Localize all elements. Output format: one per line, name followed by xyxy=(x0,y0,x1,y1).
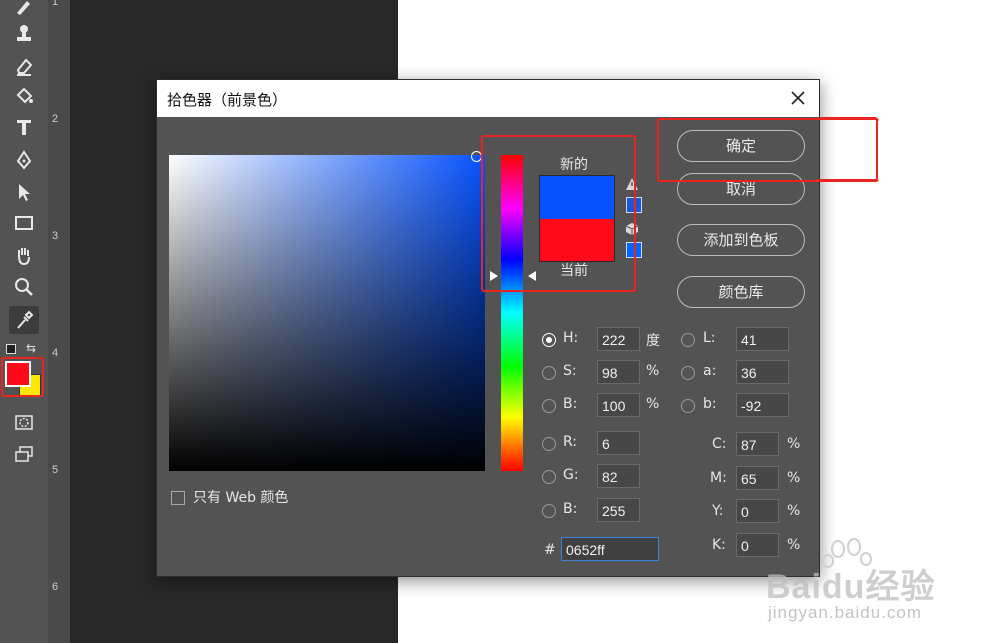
y-input[interactable]: 0 xyxy=(736,499,779,523)
ruler-tick: 6 xyxy=(52,581,59,593)
radio-g[interactable] xyxy=(542,470,556,484)
web-colors-only-label: 只有 Web 颜色 xyxy=(193,490,289,506)
m-input[interactable]: 65 xyxy=(736,466,779,490)
dialog-titlebar[interactable]: 拾色器（前景色） xyxy=(157,80,819,117)
pen-icon[interactable] xyxy=(9,146,39,174)
hex-label: # xyxy=(544,542,556,558)
hand-icon[interactable] xyxy=(9,241,39,269)
rectangle-icon[interactable] xyxy=(9,209,39,237)
baidu-watermark: Baidu经验 jingyan.baidu.com xyxy=(758,537,1000,643)
baidu-url-text: jingyan.baidu.com xyxy=(768,603,923,622)
ruler-tick: 4 xyxy=(52,347,59,359)
baidu-brand-text: Baidu经验 xyxy=(766,568,936,606)
ruler-tick: 3 xyxy=(52,230,59,242)
b-blue-input[interactable]: 255 xyxy=(597,498,640,522)
a-label: a: xyxy=(703,363,717,379)
paint-bucket-icon[interactable] xyxy=(9,82,39,110)
h-input[interactable]: 222 xyxy=(597,327,640,351)
r-input[interactable]: 6 xyxy=(597,431,640,455)
g-input[interactable]: 82 xyxy=(597,464,640,488)
ruler-tick: 1 xyxy=(52,0,59,8)
b-lab-label: b: xyxy=(703,396,717,412)
dialog-title: 拾色器（前景色） xyxy=(167,91,288,109)
hex-input[interactable]: 0652ff xyxy=(561,537,659,561)
radio-b-brightness[interactable] xyxy=(542,399,556,413)
c-unit: % xyxy=(787,436,801,452)
y-unit: % xyxy=(787,503,801,519)
quick-mask-icon[interactable] xyxy=(9,408,39,436)
r-label: R: xyxy=(563,434,578,450)
eraser-icon[interactable] xyxy=(9,52,39,80)
b-brightness-input[interactable]: 100 xyxy=(597,393,640,417)
h-label: H: xyxy=(563,330,579,346)
eyedropper-icon[interactable] xyxy=(9,306,39,334)
close-button[interactable] xyxy=(783,84,813,112)
tools-panel: ⇆ xyxy=(0,0,49,643)
web-colors-only-checkbox[interactable] xyxy=(171,491,185,505)
ruler-tick: 2 xyxy=(52,113,59,125)
radio-s[interactable] xyxy=(542,366,556,380)
m-label: M: xyxy=(710,470,727,486)
type-icon[interactable] xyxy=(9,113,39,141)
k-label: K: xyxy=(712,537,726,553)
default-colors-icon[interactable] xyxy=(6,344,16,354)
l-input[interactable]: 41 xyxy=(736,327,789,351)
annotation-box-swatches xyxy=(481,135,636,292)
c-input[interactable]: 87 xyxy=(736,432,779,456)
b-brightness-unit: % xyxy=(646,396,660,412)
radio-h[interactable] xyxy=(542,333,556,347)
radio-b-blue[interactable] xyxy=(542,504,556,518)
close-icon xyxy=(791,91,805,105)
annotation-box-ok-extension xyxy=(818,117,878,181)
swap-colors-icon[interactable]: ⇆ xyxy=(26,341,36,355)
l-label: L: xyxy=(703,330,716,346)
screen-mode-icon[interactable] xyxy=(9,440,39,468)
color-picker-dialog: 拾色器（前景色） 新的 当前 确定 取消 添加到色板 颜色库 H: 222 度 … xyxy=(156,79,879,577)
vertical-ruler xyxy=(48,0,71,643)
color-field[interactable] xyxy=(169,155,485,471)
h-unit: 度 xyxy=(646,333,660,349)
s-label: S: xyxy=(563,363,577,379)
m-unit: % xyxy=(787,470,801,486)
a-input[interactable]: 36 xyxy=(736,360,789,384)
g-label: G: xyxy=(563,467,579,483)
b-brightness-label: B: xyxy=(563,396,578,412)
b-blue-label: B: xyxy=(563,501,578,517)
zoom-icon[interactable] xyxy=(9,273,39,301)
radio-r[interactable] xyxy=(542,437,556,451)
stamp-icon[interactable] xyxy=(9,20,39,48)
brush-icon[interactable] xyxy=(9,0,39,20)
ruler-tick: 5 xyxy=(52,464,59,476)
c-label: C: xyxy=(712,436,727,452)
annotation-box-foreground xyxy=(1,357,44,397)
radio-b-lab[interactable] xyxy=(681,399,695,413)
selection-arrow-icon[interactable] xyxy=(9,178,39,206)
color-libraries-button[interactable]: 颜色库 xyxy=(677,276,805,308)
s-input[interactable]: 98 xyxy=(597,360,640,384)
add-to-swatches-button[interactable]: 添加到色板 xyxy=(677,224,805,256)
radio-a[interactable] xyxy=(681,366,695,380)
b-lab-input[interactable]: -92 xyxy=(736,393,789,417)
s-unit: % xyxy=(646,363,660,379)
radio-l[interactable] xyxy=(681,333,695,347)
y-label: Y: xyxy=(712,503,724,519)
